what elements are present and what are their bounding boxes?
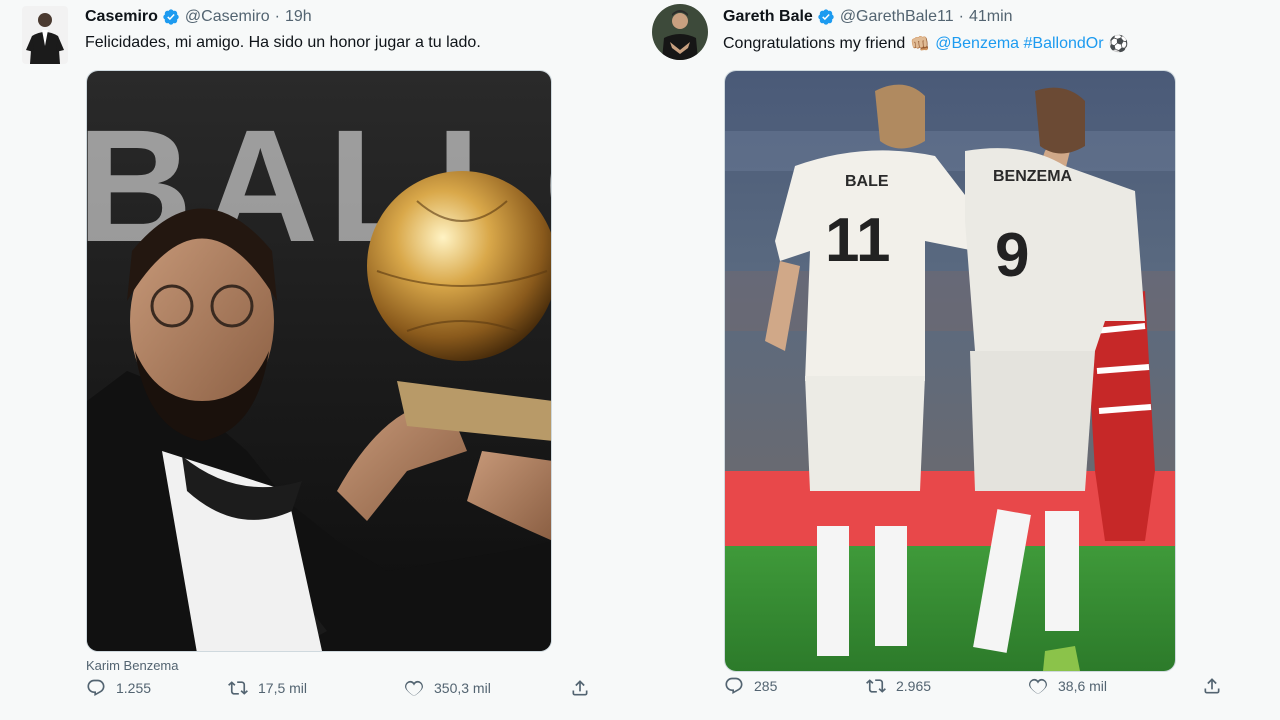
- author-name[interactable]: Casemiro: [85, 8, 158, 26]
- media-caption: Karim Benzema: [86, 658, 179, 673]
- like-button[interactable]: 38,6 mil: [1028, 676, 1107, 696]
- tweet-header: Gareth Bale @GarethBale11 · 41min: [723, 8, 1013, 26]
- retweet-button[interactable]: 2.965: [866, 676, 931, 696]
- share-icon: [572, 680, 588, 696]
- retweet-count: 17,5 mil: [258, 680, 308, 696]
- share-icon: [1204, 678, 1220, 694]
- tweet-text-body: Congratulations my friend: [723, 35, 906, 52]
- avatar[interactable]: [22, 6, 68, 64]
- reply-count: 285: [754, 678, 778, 694]
- like-count: 350,3 mil: [434, 680, 491, 696]
- shirt-name-bale: BALE: [845, 173, 889, 190]
- retweet-button[interactable]: 17,5 mil: [228, 678, 307, 698]
- tweet-header: Casemiro @Casemiro · 19h: [85, 8, 312, 26]
- verified-icon: [817, 8, 835, 26]
- like-count: 38,6 mil: [1058, 678, 1108, 694]
- like-icon: [405, 680, 423, 697]
- retweet-icon: [866, 679, 886, 693]
- fist-emoji-icon: 👊🏼: [910, 36, 931, 53]
- share-button[interactable]: [570, 678, 600, 698]
- share-button[interactable]: [1202, 676, 1232, 696]
- tweet-text: Congratulations my friend 👊🏼 @Benzema #B…: [723, 34, 1128, 54]
- timestamp[interactable]: 19h: [285, 8, 312, 26]
- shirt-name-benzema: BENZEMA: [993, 168, 1073, 185]
- like-icon: [1029, 678, 1047, 695]
- timestamp[interactable]: 41min: [969, 8, 1013, 26]
- separator: ·: [958, 8, 964, 25]
- author-handle[interactable]: @GarethBale11: [840, 8, 954, 26]
- verified-icon: [162, 8, 180, 26]
- retweet-count: 2.965: [896, 678, 932, 694]
- separator: ·: [274, 8, 280, 25]
- avatar[interactable]: [652, 4, 708, 60]
- tweet-media-image[interactable]: BALE 11 BENZEMA 9: [724, 70, 1176, 672]
- retweet-icon: [228, 681, 248, 695]
- reply-button[interactable]: 285: [724, 676, 777, 696]
- reply-icon: [87, 679, 105, 696]
- tweet-text: Felicidades, mi amigo. Ha sido un honor …: [85, 34, 481, 51]
- shirt-number-9: 9: [995, 221, 1029, 290]
- tweet-media-image[interactable]: BALLON D'OR: [86, 70, 552, 652]
- author-handle[interactable]: @Casemiro: [185, 8, 270, 26]
- shirt-number-11: 11: [825, 206, 891, 275]
- author-name[interactable]: Gareth Bale: [723, 8, 813, 26]
- reply-count: 1.255: [116, 680, 152, 696]
- soccer-ball-emoji-icon: ⚽: [1108, 36, 1129, 53]
- like-button[interactable]: 350,3 mil: [404, 678, 491, 698]
- reply-icon: [725, 677, 743, 694]
- mention-hashtag-links[interactable]: @Benzema #BallondOr: [935, 35, 1103, 53]
- reply-button[interactable]: 1.255: [86, 678, 151, 698]
